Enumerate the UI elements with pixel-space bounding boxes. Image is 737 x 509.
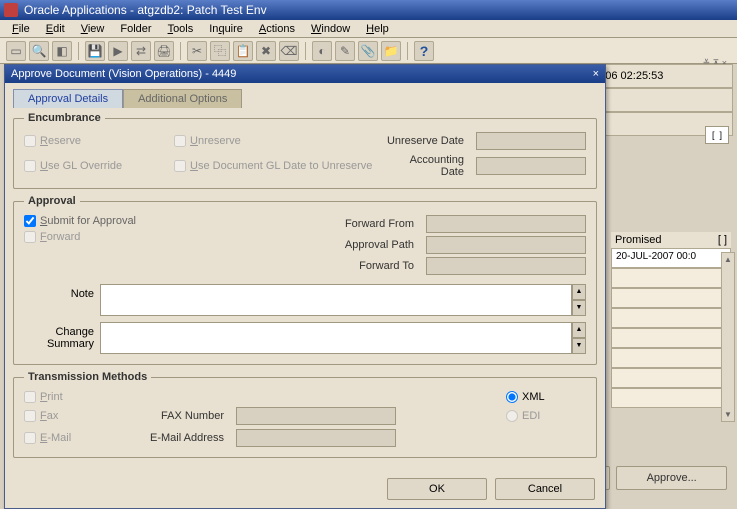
- cs-spin-down-icon[interactable]: ▼: [572, 338, 586, 354]
- app-titlebar: Oracle Applications - atgzdb2: Patch Tes…: [0, 0, 737, 20]
- forward-from-label: Forward From: [330, 218, 420, 230]
- menu-view[interactable]: View: [75, 22, 111, 36]
- tb-folder-icon[interactable]: 📁: [381, 41, 401, 61]
- app-title: Oracle Applications - atgzdb2: Patch Tes…: [24, 3, 733, 17]
- approval-path-field: [426, 236, 586, 254]
- tb-find-icon[interactable]: 🔍: [29, 41, 49, 61]
- bg-col-brackets: [ ]: [718, 234, 727, 246]
- menu-tools[interactable]: Tools: [162, 22, 200, 36]
- bg-table: Promised [ ] 20-JUL-2007 00:0: [611, 232, 731, 408]
- approve-document-dialog: Approve Document (Vision Operations) - 4…: [4, 64, 606, 509]
- edi-radio: EDI: [506, 410, 586, 422]
- oracle-logo-icon: [4, 3, 18, 17]
- forward-from-field: [426, 215, 586, 233]
- unreserve-date-field: [476, 132, 586, 150]
- tab-approval-details[interactable]: Approval Details: [13, 89, 123, 108]
- menu-folder[interactable]: Folder: [114, 22, 157, 36]
- tb-nav-icon[interactable]: ◧: [52, 41, 72, 61]
- reserve-checkbox: Reserve: [24, 135, 164, 147]
- tb-paste-icon[interactable]: 📋: [233, 41, 253, 61]
- fax-checkbox: Fax: [24, 410, 124, 422]
- tb-save-icon[interactable]: 💾: [85, 41, 105, 61]
- dialog-tabs: Approval Details Additional Options: [13, 89, 597, 108]
- tb-cut-icon[interactable]: ✂: [187, 41, 207, 61]
- forward-to-field: [426, 257, 586, 275]
- note-label: Note: [24, 284, 94, 300]
- tb-attach-icon[interactable]: 📎: [358, 41, 378, 61]
- toolbar: ▭ 🔍 ◧ 💾 ▶ ⇄ 🖨 ✂ ⿻ 📋 ✖ ⌫ ◐ ✎ 📎 📁 ?: [0, 38, 737, 64]
- menu-help[interactable]: Help: [360, 22, 395, 36]
- tab-additional-options[interactable]: Additional Options: [123, 89, 242, 108]
- encumbrance-legend: Encumbrance: [24, 112, 105, 124]
- menu-actions[interactable]: Actions: [253, 22, 301, 36]
- encumbrance-group: Encumbrance Reserve Unreserve Unreserve …: [13, 112, 597, 189]
- tb-next-icon[interactable]: ▶: [108, 41, 128, 61]
- transmission-legend: Transmission Methods: [24, 371, 151, 383]
- bg-cell-empty[interactable]: [611, 308, 731, 328]
- xml-radio[interactable]: XML: [506, 391, 586, 403]
- menu-window[interactable]: Window: [305, 22, 356, 36]
- change-summary-textarea[interactable]: [100, 322, 572, 354]
- submit-for-approval-checkbox[interactable]: Submit for Approval: [24, 215, 184, 227]
- cancel-button[interactable]: Cancel: [495, 478, 595, 500]
- email-address-field: [236, 429, 396, 447]
- forward-to-label: Forward To: [330, 260, 420, 272]
- bg-cell-empty[interactable]: [611, 268, 731, 288]
- bg-scrollbar[interactable]: [721, 252, 735, 422]
- note-spin-down-icon[interactable]: ▼: [572, 300, 586, 316]
- tb-translate-icon[interactable]: ✎: [335, 41, 355, 61]
- ok-button[interactable]: OK: [387, 478, 487, 500]
- accounting-date-field: [476, 157, 586, 175]
- bg-cell-empty[interactable]: [611, 388, 731, 408]
- email-checkbox: E-Mail: [24, 432, 124, 444]
- use-gl-override-checkbox: Use GL Override: [24, 160, 164, 172]
- unreserve-checkbox: Unreserve: [174, 135, 374, 147]
- bg-cell-empty[interactable]: [611, 328, 731, 348]
- unreserve-date-label: Unreserve Date: [387, 135, 470, 147]
- approval-legend: Approval: [24, 195, 80, 207]
- tb-copy-icon[interactable]: ⿻: [210, 41, 230, 61]
- approve-button[interactable]: Approve...: [616, 466, 727, 490]
- dialog-titlebar: Approve Document (Vision Operations) - 4…: [5, 65, 605, 83]
- menu-inquire[interactable]: Inquire: [203, 22, 249, 36]
- approval-group: Approval Submit for Approval Forward For…: [13, 195, 597, 365]
- cs-spin-up-icon[interactable]: ▲: [572, 322, 586, 338]
- approval-path-label: Approval Path: [330, 239, 420, 251]
- change-summary-label: ChangeSummary: [24, 322, 94, 350]
- accounting-date-label: Accounting Date: [384, 154, 470, 178]
- bg-cell-empty[interactable]: [611, 368, 731, 388]
- fax-number-label: FAX Number: [130, 410, 230, 422]
- bg-cell-promised[interactable]: 20-JUL-2007 00:0: [611, 248, 731, 268]
- tb-switch-icon[interactable]: ⇄: [131, 41, 151, 61]
- bg-col-promised: Promised: [615, 234, 661, 246]
- dialog-close-icon[interactable]: ×: [593, 68, 599, 80]
- tb-help-icon[interactable]: ?: [414, 41, 434, 61]
- tb-print-icon[interactable]: 🖨: [154, 41, 174, 61]
- bg-cell-empty[interactable]: [611, 288, 731, 308]
- tb-clear-icon[interactable]: ⌫: [279, 41, 299, 61]
- print-checkbox: Print: [24, 391, 124, 403]
- bg-cell-empty[interactable]: [611, 348, 731, 368]
- use-doc-gl-date-checkbox: Use Document GL Date to Unreserve: [174, 160, 374, 172]
- note-spin-up-icon[interactable]: ▲: [572, 284, 586, 300]
- email-address-label: E-Mail Address: [130, 432, 230, 444]
- menu-edit[interactable]: Edit: [40, 22, 71, 36]
- tb-delete-icon[interactable]: ✖: [256, 41, 276, 61]
- forward-checkbox: Forward: [24, 231, 184, 243]
- tb-new-icon[interactable]: ▭: [6, 41, 26, 61]
- fax-number-field: [236, 407, 396, 425]
- transmission-group: Transmission Methods Print XML Fax FAX N…: [13, 371, 597, 458]
- menubar: File Edit View Folder Tools Inquire Acti…: [0, 20, 737, 38]
- tb-zoom-icon[interactable]: ◐: [312, 41, 332, 61]
- menu-file[interactable]: File: [6, 22, 36, 36]
- bg-flex-field[interactable]: [ ]: [705, 126, 729, 144]
- dialog-title-text: Approve Document (Vision Operations) - 4…: [11, 68, 236, 80]
- note-textarea[interactable]: [100, 284, 572, 316]
